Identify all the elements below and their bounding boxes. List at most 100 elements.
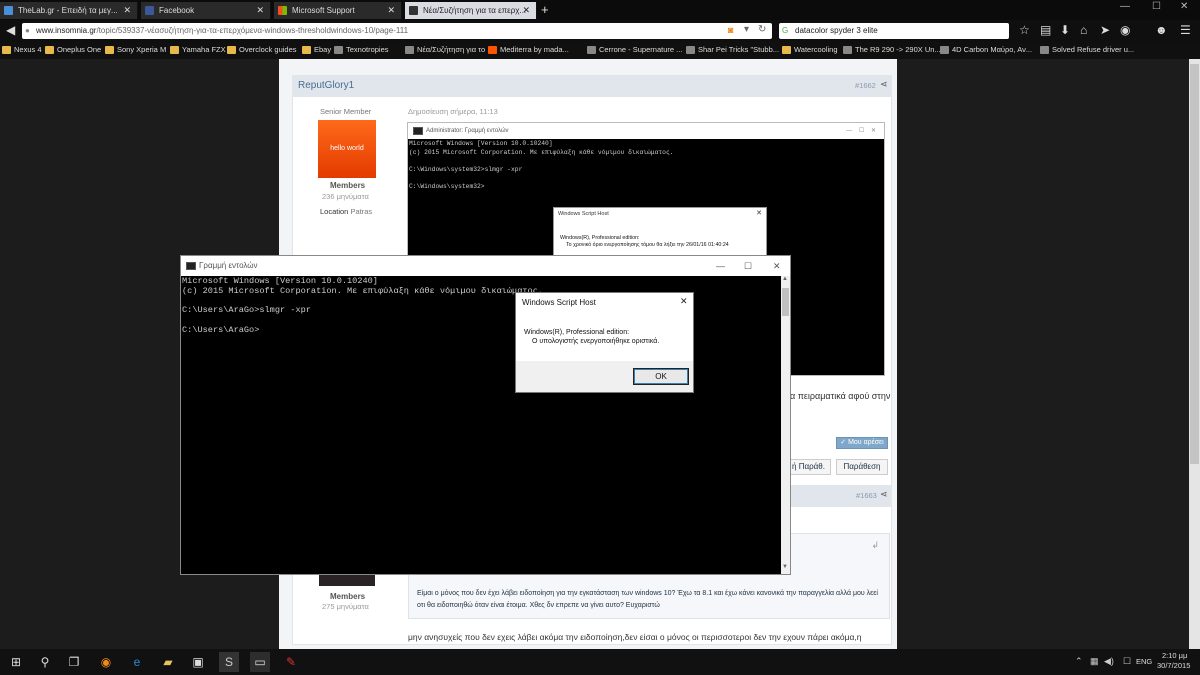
close-icon: ✕: [756, 210, 762, 217]
bookmark-item[interactable]: Oneplus One: [45, 44, 101, 56]
bookmarks-icon[interactable]: ▤: [1040, 23, 1051, 37]
post-header: ReputGlory1 #1662 ⋖: [292, 75, 892, 97]
tab-insomnia[interactable]: Νέα/Συζήτηση για τα επερχ... ✕: [405, 2, 537, 19]
embedded-dialog-line2: Το χρονικό όριο ενεργοποίησης τόμου θα λ…: [566, 242, 729, 248]
embedded-dialog-title: Windows Script Host: [558, 211, 609, 217]
liked-badge[interactable]: ✓ Μου αρέσει: [836, 437, 888, 449]
ok-button[interactable]: OK: [633, 368, 689, 385]
dialog-title: Windows Script Host: [522, 298, 596, 307]
task-view-icon[interactable]: ❐: [64, 652, 84, 672]
user-rank: Senior Member: [320, 107, 372, 116]
new-tab-button[interactable]: +: [541, 2, 549, 18]
location-value: Patras: [350, 207, 373, 216]
refresh-icon[interactable]: ↻: [758, 24, 766, 35]
cmd-taskbar-icon[interactable]: ▭: [250, 652, 270, 672]
tab-thelab[interactable]: TheLab.gr - Επειδή τα μεγ... ✕: [0, 2, 138, 19]
bookmark-item[interactable]: Nexus 4: [2, 44, 42, 56]
shield-icon[interactable]: ◉: [1120, 23, 1130, 37]
bookmark-label: Watercooling: [794, 45, 838, 54]
firefox-icon[interactable]: ◉: [96, 652, 116, 672]
search-icon[interactable]: ⚲: [35, 652, 55, 672]
star-icon[interactable]: ☆: [1019, 23, 1030, 37]
navigation-bar: ◀ ● www.insomnia.gr/topic/539337-νέασυζή…: [0, 20, 1200, 42]
cmd-window[interactable]: Γραμμή εντολών — ☐ ✕ Microsoft Windows […: [180, 255, 791, 575]
post-author[interactable]: ReputGlory1: [298, 80, 354, 91]
page-info-icon[interactable]: ●: [25, 23, 30, 39]
bookmark-item[interactable]: Νέα/Συζήτηση για το ...: [405, 44, 493, 56]
embedded-cmd-title: Administrator: Γραμμή εντολών: [426, 128, 509, 134]
cmd-titlebar[interactable]: Γραμμή εντολών — ☐ ✕: [181, 256, 790, 276]
close-tab-icon[interactable]: ✕: [522, 2, 530, 19]
close-tab-icon[interactable]: ✕: [387, 2, 395, 19]
scroll-up-icon[interactable]: ▲: [782, 276, 788, 282]
site-icon: [843, 46, 852, 54]
store-icon[interactable]: ▣: [188, 652, 208, 672]
close-tab-icon[interactable]: ✕: [256, 2, 264, 19]
app-icon[interactable]: S: [219, 652, 239, 672]
quote-icon: ↲: [871, 540, 879, 550]
bookmark-item[interactable]: Ebay: [302, 44, 331, 56]
file-explorer-icon[interactable]: ▰: [158, 652, 178, 672]
quote-button[interactable]: Παράθεση: [836, 459, 888, 475]
home-icon[interactable]: ⌂: [1080, 23, 1087, 37]
clock-time[interactable]: 2:10 μμ: [1162, 651, 1187, 660]
maximize-icon[interactable]: ☐: [744, 256, 752, 276]
menu-icon[interactable]: ☰: [1180, 23, 1191, 37]
search-input[interactable]: G datacolor spyder 3 elite: [779, 23, 1009, 39]
scroll-down-icon[interactable]: ▼: [782, 564, 788, 570]
bookmark-item[interactable]: The R9 290 -> 290X Un...: [843, 44, 941, 56]
bookmark-item[interactable]: Sony Xperia M: [105, 44, 166, 56]
script-host-dialog[interactable]: Windows Script Host ✕ Windows(R), Profes…: [515, 292, 694, 393]
download-icon[interactable]: ⬇: [1060, 23, 1070, 37]
post-number[interactable]: #1662: [855, 81, 876, 90]
bookmark-item[interactable]: Mediterra by mada...: [488, 44, 569, 56]
close-icon[interactable]: ✕: [773, 256, 781, 276]
chat-icon[interactable]: ☻: [1155, 23, 1168, 37]
close-window-icon[interactable]: ✕: [1180, 1, 1188, 12]
post-number[interactable]: #1663: [856, 491, 877, 500]
bookmark-item[interactable]: Solved Refuse driver u...: [1040, 44, 1134, 56]
send-icon[interactable]: ➤: [1100, 23, 1110, 37]
bookmark-item[interactable]: 4D Carbon Μαύρο, Αν...: [940, 44, 1032, 56]
soundcloud-icon: [488, 46, 497, 54]
embedded-dialog-line1: Windows(R), Professional edition:: [560, 235, 640, 241]
bookmarks-bar: Nexus 4 Oneplus One Sony Xperia M Yamaha…: [0, 42, 1200, 59]
paint-icon[interactable]: ✎: [281, 652, 301, 672]
windows-start-icon[interactable]: ⊞: [6, 652, 26, 672]
bookmark-item[interactable]: Texnotropies: [334, 44, 389, 56]
clock-date[interactable]: 30/7/2015: [1157, 661, 1190, 670]
language-indicator[interactable]: ENG: [1136, 657, 1152, 666]
network-icon[interactable]: ▦: [1090, 656, 1099, 667]
scrollbar-thumb[interactable]: [1190, 64, 1199, 464]
close-icon[interactable]: ✕: [680, 296, 688, 307]
bookmark-label: Νέα/Συζήτηση για το ...: [417, 45, 494, 54]
share-icon[interactable]: ⋖: [880, 79, 888, 90]
back-arrow-icon[interactable]: ◀: [6, 23, 15, 37]
tab-label: TheLab.gr - Επειδή τα μεγ...: [18, 6, 118, 15]
bookmark-item[interactable]: Yamaha FZX: [170, 44, 226, 56]
bookmark-item[interactable]: Shar Pei Tricks "Stubb...: [686, 44, 779, 56]
tab-facebook[interactable]: Facebook ✕: [141, 2, 271, 19]
location-label: Location: [320, 207, 349, 216]
address-bar[interactable]: ● www.insomnia.gr/topic/539337-νέασυζήτη…: [22, 23, 772, 39]
bookmark-item[interactable]: Overclock guides: [227, 44, 297, 56]
volume-icon[interactable]: ◀): [1104, 656, 1114, 667]
avatar[interactable]: hello world: [318, 120, 376, 178]
cmd-scrollbar[interactable]: ▲ ▼: [781, 276, 790, 574]
rss-icon[interactable]: ◙: [728, 25, 733, 35]
minimize-icon[interactable]: —: [1120, 1, 1130, 12]
multi-quote-button[interactable]: ή Παράθ.: [786, 459, 831, 475]
maximize-icon[interactable]: ☐: [1152, 1, 1161, 12]
cmd-scroll-thumb[interactable]: [782, 288, 789, 316]
cmd-icon: [186, 262, 196, 270]
bookmark-item[interactable]: Watercooling: [782, 44, 838, 56]
minimize-icon[interactable]: —: [716, 256, 725, 276]
tab-microsoft-support[interactable]: Microsoft Support ✕: [274, 2, 402, 19]
dropdown-icon[interactable]: ▾: [744, 24, 749, 35]
notification-icon[interactable]: ☐: [1123, 656, 1131, 667]
tray-expand-icon[interactable]: ⌃: [1075, 656, 1083, 667]
edge-icon[interactable]: e: [127, 652, 147, 672]
close-tab-icon[interactable]: ✕: [123, 2, 131, 19]
share-icon[interactable]: ⋖: [880, 489, 888, 500]
bookmark-item[interactable]: Cerrone - Supernature ...: [587, 44, 682, 56]
